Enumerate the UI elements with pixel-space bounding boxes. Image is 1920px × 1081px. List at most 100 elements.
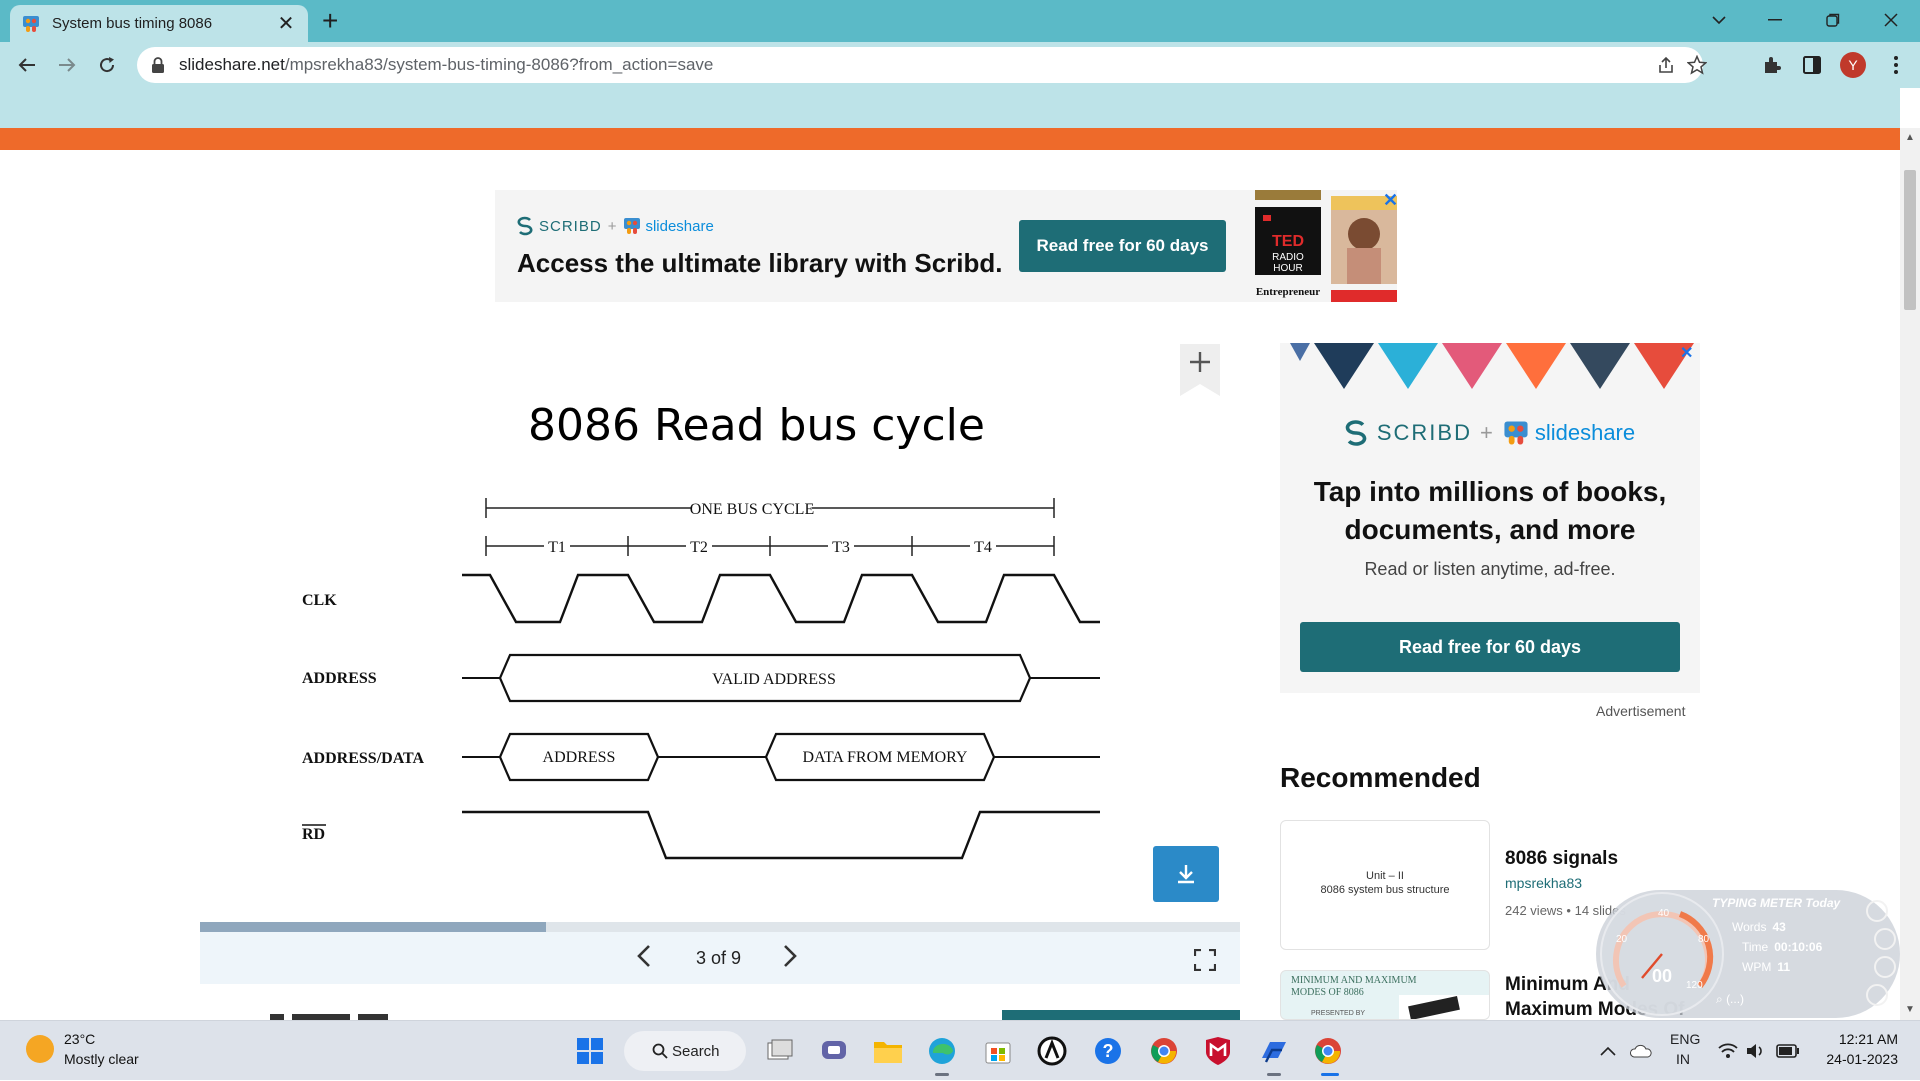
language-indicator[interactable]: ENG — [1670, 1031, 1700, 1047]
browser-tab[interactable]: System bus timing 8086 ✕ — [10, 5, 308, 42]
sidebar-read-free-button[interactable]: Read free for 60 days — [1300, 622, 1680, 672]
sidebar-ad-close-icon[interactable]: ✕ — [1680, 343, 1693, 363]
extensions-icon[interactable] — [1760, 53, 1784, 77]
taskbar-search[interactable]: Search — [624, 1031, 746, 1071]
recommended-heading: Recommended — [1280, 762, 1481, 793]
recommended-item-author[interactable]: mpsrekha83 — [1505, 875, 1626, 891]
browser-toolbar: slideshare.net/mpsrekha83/system-bus-tim… — [0, 42, 1920, 88]
sidebar-ad-subtitle: Read or listen anytime, ad-free. — [1364, 559, 1616, 579]
typing-app-icon[interactable] — [1256, 1033, 1292, 1069]
fullscreen-icon[interactable] — [1194, 949, 1216, 971]
back-icon[interactable] — [12, 50, 42, 80]
rd-waveform — [462, 810, 1100, 860]
slide-progress-bar[interactable] — [200, 922, 1240, 932]
microsoft-store-icon[interactable] — [980, 1033, 1016, 1069]
recommended-item-title[interactable]: 8086 signals — [1505, 846, 1626, 871]
help-icon[interactable]: ? — [1090, 1033, 1126, 1069]
typing-stats-icon[interactable] — [1874, 956, 1896, 978]
show-hidden-icons-icon[interactable] — [1600, 1021, 1616, 1081]
scroll-down-icon[interactable]: ▼ — [1900, 1004, 1920, 1015]
minimize-icon[interactable] — [1746, 0, 1804, 40]
edge-icon[interactable] — [924, 1033, 960, 1069]
lock-icon[interactable] — [151, 57, 165, 73]
t4-label: T4 — [974, 539, 992, 556]
gauge-tick-20: 20 — [1616, 934, 1628, 945]
typing-speed-gauge: 20 40 80 120 00 — [1600, 892, 1724, 1016]
scroll-up-icon[interactable]: ▲ — [1900, 132, 1920, 143]
thumb-line-1: Unit – II — [1366, 870, 1404, 882]
address-label: ADDRESS — [302, 670, 377, 687]
forward-icon[interactable] — [52, 50, 82, 80]
one-bus-cycle-label: ONE BUS CYCLE — [690, 501, 814, 518]
prev-slide-icon[interactable] — [636, 942, 652, 974]
typing-pause-icon[interactable] — [1874, 928, 1896, 950]
tab-search-icon[interactable] — [1690, 0, 1748, 40]
sidebar-ad-headline: Tap into millions of books, documents, a… — [1313, 476, 1667, 545]
battery-icon[interactable] — [1776, 1021, 1800, 1081]
chrome-active-icon[interactable] — [1310, 1033, 1346, 1069]
tab-title: System bus timing 8086 — [52, 15, 213, 32]
volume-icon[interactable] — [1746, 1021, 1766, 1081]
slideshare-logo-icon — [1504, 421, 1528, 445]
clock-date[interactable]: 24-01-2023 — [1818, 1051, 1898, 1067]
share-icon[interactable] — [1657, 47, 1675, 83]
url-text: slideshare.net/mpsrekha83/system-bus-tim… — [179, 55, 714, 74]
chrome-icon[interactable] — [1146, 1033, 1182, 1069]
ad-brand: SCRIBD + slideshare — [517, 216, 714, 236]
onedrive-cloud-icon[interactable] — [1630, 1021, 1652, 1081]
scribd-logo-icon — [1345, 420, 1367, 446]
gauge-tick-120: 120 — [1686, 980, 1703, 991]
address-bar[interactable]: slideshare.net/mpsrekha83/system-bus-tim… — [137, 47, 1707, 83]
brand-slideshare: slideshare — [645, 217, 714, 235]
typing-meter-widget[interactable]: 20 40 80 120 00 TYPING METER Today Words… — [1596, 890, 1900, 1018]
chrome-active-indicator — [1321, 1073, 1339, 1076]
task-view-icon[interactable] — [762, 1033, 798, 1069]
profile-avatar[interactable]: Y — [1840, 52, 1866, 78]
restore-icon[interactable] — [1804, 0, 1862, 40]
site-header-band — [0, 88, 1900, 128]
download-button[interactable] — [1153, 846, 1219, 902]
new-tab-button[interactable]: + — [322, 6, 338, 36]
sidebar-ad[interactable]: ✕ SCRIBD + slideshare Tap into millions … — [1280, 343, 1700, 693]
slideshare-favicon-icon — [23, 15, 39, 32]
reload-icon[interactable] — [92, 50, 122, 80]
svg-text:Entrepreneur: Entrepreneur — [1256, 286, 1320, 298]
next-slide-icon[interactable] — [782, 942, 798, 974]
app-circle-icon[interactable] — [1034, 1033, 1070, 1069]
ad-book-covers-strip — [1280, 343, 1700, 391]
typing-more-icon[interactable] — [1866, 984, 1888, 1006]
typing-minimize-icon[interactable] — [1866, 900, 1888, 922]
file-explorer-icon[interactable] — [870, 1033, 906, 1069]
add-to-list-button[interactable] — [1180, 344, 1220, 396]
weather-description[interactable]: Mostly clear — [64, 1051, 139, 1067]
close-window-icon[interactable] — [1862, 0, 1920, 40]
advertisement-label: Advertisement — [1596, 703, 1686, 719]
tab-close-icon[interactable]: ✕ — [276, 11, 296, 36]
bookmark-star-icon[interactable] — [1687, 47, 1707, 83]
ad-close-icon[interactable]: ✕ — [1383, 190, 1398, 211]
thumb-line-1: MINIMUM AND MAXIMUM — [1291, 975, 1417, 986]
start-icon[interactable] — [572, 1033, 608, 1069]
weather-temperature[interactable]: 23°C — [64, 1031, 95, 1047]
top-banner-ad[interactable]: SCRIBD + slideshare Access the ultimate … — [495, 190, 1398, 302]
chat-icon[interactable] — [816, 1033, 852, 1069]
browser-menu-icon[interactable] — [1884, 53, 1908, 77]
page-scrollbar[interactable]: ▲ ▼ — [1900, 128, 1920, 1020]
region-indicator[interactable]: IN — [1676, 1051, 1690, 1067]
weather-moon-icon[interactable] — [26, 1035, 54, 1063]
scrollbar-thumb[interactable] — [1904, 170, 1916, 310]
clock-time[interactable]: 12:21 AM — [1836, 1031, 1898, 1047]
wifi-icon[interactable] — [1718, 1021, 1738, 1081]
typing-search-hint[interactable]: ⌕ (...) — [1716, 992, 1744, 1007]
follow-button-edge[interactable] — [1002, 1010, 1240, 1020]
side-panel-icon[interactable] — [1800, 53, 1824, 77]
clk-label: CLK — [302, 592, 337, 609]
slide-counter: 3 of 9 — [696, 948, 742, 968]
mcafee-icon[interactable] — [1200, 1033, 1236, 1069]
words-stat: Words 43 — [1732, 920, 1786, 934]
typing-meter-title: TYPING METER Today — [1712, 896, 1841, 910]
recommended-thumbnail[interactable]: MINIMUM AND MAXIMUM MODES OF 8086 PRESEN… — [1280, 970, 1490, 1020]
recommended-thumbnail[interactable]: Unit – II 8086 system bus structure — [1280, 820, 1490, 950]
search-icon — [652, 1043, 668, 1059]
read-free-button[interactable]: Read free for 60 days — [1019, 220, 1226, 272]
